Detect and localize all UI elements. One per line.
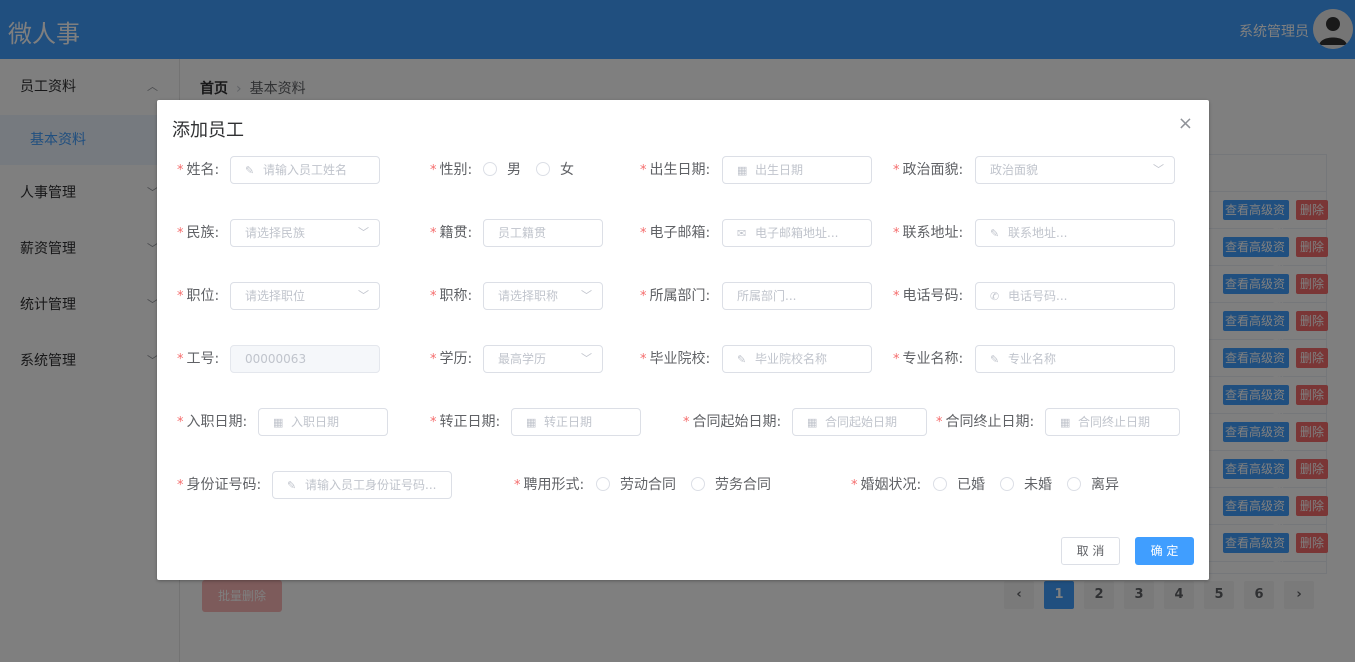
phone-field-group: * 电话号码: ✆ 电话号码...	[893, 282, 1183, 310]
specialty-label: 专业名称:	[902, 351, 964, 367]
chevron-down-icon: ﹀	[358, 226, 369, 239]
birthday-label: 出生日期:	[649, 162, 711, 178]
position-label: 职位:	[186, 288, 220, 304]
dept-label: 所属部门:	[649, 288, 711, 304]
birthday-field-group: * 出生日期: ▦ 出生日期	[640, 156, 880, 184]
native-input[interactable]: 员工籍贯	[483, 219, 603, 247]
dept-field-group: * 所属部门: 所属部门...	[640, 282, 880, 310]
gender-radio-male[interactable]: 男	[483, 156, 521, 184]
phone-icon: ✆	[990, 290, 1000, 303]
cancel-button[interactable]: 取 消	[1061, 537, 1120, 565]
wedlock-label: 婚姻状况:	[860, 477, 922, 493]
idcard-label: 身份证号码:	[186, 477, 262, 493]
edit-icon: ✎	[245, 164, 255, 177]
native-field-group: * 籍贯: 员工籍贯	[430, 219, 630, 247]
dept-input[interactable]: 所属部门...	[722, 282, 872, 310]
wedlock-radio-divorced[interactable]: 离异	[1067, 471, 1119, 499]
school-label: 毕业院校:	[649, 351, 711, 367]
close-icon[interactable]: ×	[1178, 113, 1193, 134]
contract-begin-field-group: * 合同起始日期: ▦ 合同起始日期	[683, 408, 933, 436]
chevron-down-icon: ﹀	[1153, 163, 1164, 176]
calendar-icon: ▦	[526, 416, 537, 429]
calendar-icon: ▦	[737, 164, 748, 177]
school-input[interactable]: ✎ 毕业院校名称	[722, 345, 872, 373]
calendar-icon: ▦	[273, 416, 284, 429]
native-label: 籍贯:	[439, 225, 473, 241]
address-field-group: * 联系地址: ✎ 联系地址...	[893, 219, 1183, 247]
school-field-group: * 毕业院校: ✎ 毕业院校名称	[640, 345, 880, 373]
wedlock-radio-single[interactable]: 未婚	[1000, 471, 1052, 499]
position-field-group: * 职位: 请选择职位 ﹀	[177, 282, 387, 310]
begin-date-label: 入职日期:	[186, 414, 248, 430]
engage-radio-service[interactable]: 劳务合同	[691, 471, 771, 499]
edit-icon: ✎	[990, 353, 1000, 366]
chevron-down-icon: ﹀	[581, 352, 592, 365]
wedlock-radio-married[interactable]: 已婚	[933, 471, 985, 499]
calendar-icon: ▦	[807, 416, 818, 429]
email-field[interactable]: ✉ 电子邮箱地址...	[722, 219, 872, 247]
engage-radio-labor[interactable]: 劳动合同	[596, 471, 676, 499]
engage-field-group: * 聘用形式: 劳动合同 劳务合同	[514, 471, 794, 499]
gender-label: 性别:	[439, 162, 473, 178]
politic-select[interactable]: 政治面貌 ﹀	[975, 156, 1175, 184]
position-select[interactable]: 请选择职位 ﹀	[230, 282, 380, 310]
gender-radio-female[interactable]: 女	[536, 156, 574, 184]
calendar-icon: ▦	[1060, 416, 1071, 429]
nation-field-group: * 民族: 请选择民族 ﹀	[177, 219, 387, 247]
contract-end-label: 合同终止日期:	[945, 414, 1035, 430]
dialog-title: 添加员工	[172, 120, 244, 141]
conversion-label: 转正日期:	[439, 414, 501, 430]
jobtitle-select[interactable]: 请选择职称 ﹀	[483, 282, 603, 310]
address-input[interactable]: ✎ 联系地址...	[975, 219, 1175, 247]
phone-label: 电话号码:	[902, 288, 964, 304]
name-label: 姓名:	[186, 162, 220, 178]
workid-label: 工号:	[186, 351, 220, 367]
address-label: 联系地址:	[902, 225, 964, 241]
degree-field-group: * 学历: 最高学历 ﹀	[430, 345, 630, 373]
begin-date-picker[interactable]: ▦ 入职日期	[258, 408, 388, 436]
idcard-input[interactable]: ✎ 请输入员工身份证号码...	[272, 471, 452, 499]
edit-icon: ✎	[990, 227, 1000, 240]
degree-label: 学历:	[439, 351, 473, 367]
jobtitle-label: 职称:	[439, 288, 473, 304]
conversion-date-picker[interactable]: ▦ 转正日期	[511, 408, 641, 436]
name-input[interactable]: ✎ 请输入员工姓名	[230, 156, 380, 184]
engage-label: 聘用形式:	[523, 477, 585, 493]
contract-begin-label: 合同起始日期:	[692, 414, 782, 430]
phone-input[interactable]: ✆ 电话号码...	[975, 282, 1175, 310]
nation-select[interactable]: 请选择民族 ﹀	[230, 219, 380, 247]
conversion-field-group: * 转正日期: ▦ 转正日期	[430, 408, 670, 436]
nation-label: 民族:	[186, 225, 220, 241]
add-employee-dialog: 添加员工 × * 姓名: ✎ 请输入员工姓名 * 性别: 男 女 * 出生日期: ▦ 出生…	[157, 100, 1209, 580]
politic-label: 政治面貌:	[902, 162, 964, 178]
edit-icon: ✎	[737, 353, 747, 366]
edit-icon: ✎	[287, 479, 297, 492]
confirm-button[interactable]: 确 定	[1135, 537, 1194, 565]
specialty-input[interactable]: ✎ 专业名称	[975, 345, 1175, 373]
workid-input: 00000063	[230, 345, 380, 373]
degree-select[interactable]: 最高学历 ﹀	[483, 345, 603, 373]
chevron-down-icon: ﹀	[358, 289, 369, 302]
wedlock-field-group: * 婚姻状况: 已婚 未婚 离异	[851, 471, 1151, 499]
birthday-picker[interactable]: ▦ 出生日期	[722, 156, 872, 184]
jobtitle-field-group: * 职称: 请选择职称 ﹀	[430, 282, 630, 310]
email-label: 电子邮箱:	[649, 225, 711, 241]
workid-field-group: * 工号: 00000063	[177, 345, 387, 373]
contract-begin-picker[interactable]: ▦ 合同起始日期	[792, 408, 927, 436]
idcard-field-group: * 身份证号码: ✎ 请输入员工身份证号码...	[177, 471, 457, 499]
contract-end-picker[interactable]: ▦ 合同终止日期	[1045, 408, 1180, 436]
email-field-group: * 电子邮箱: ✉ 电子邮箱地址...	[640, 219, 880, 247]
contract-end-field-group: * 合同终止日期: ▦ 合同终止日期	[936, 408, 1186, 436]
chevron-down-icon: ﹀	[581, 289, 592, 302]
begin-date-field-group: * 入职日期: ▦ 入职日期	[177, 408, 417, 436]
name-field-group: * 姓名: ✎ 请输入员工姓名	[177, 156, 387, 184]
mail-icon: ✉	[737, 227, 747, 240]
gender-field-group: * 性别: 男 女	[430, 156, 630, 184]
specialty-field-group: * 专业名称: ✎ 专业名称	[893, 345, 1183, 373]
politic-field-group: * 政治面貌: 政治面貌 ﹀	[893, 156, 1183, 184]
